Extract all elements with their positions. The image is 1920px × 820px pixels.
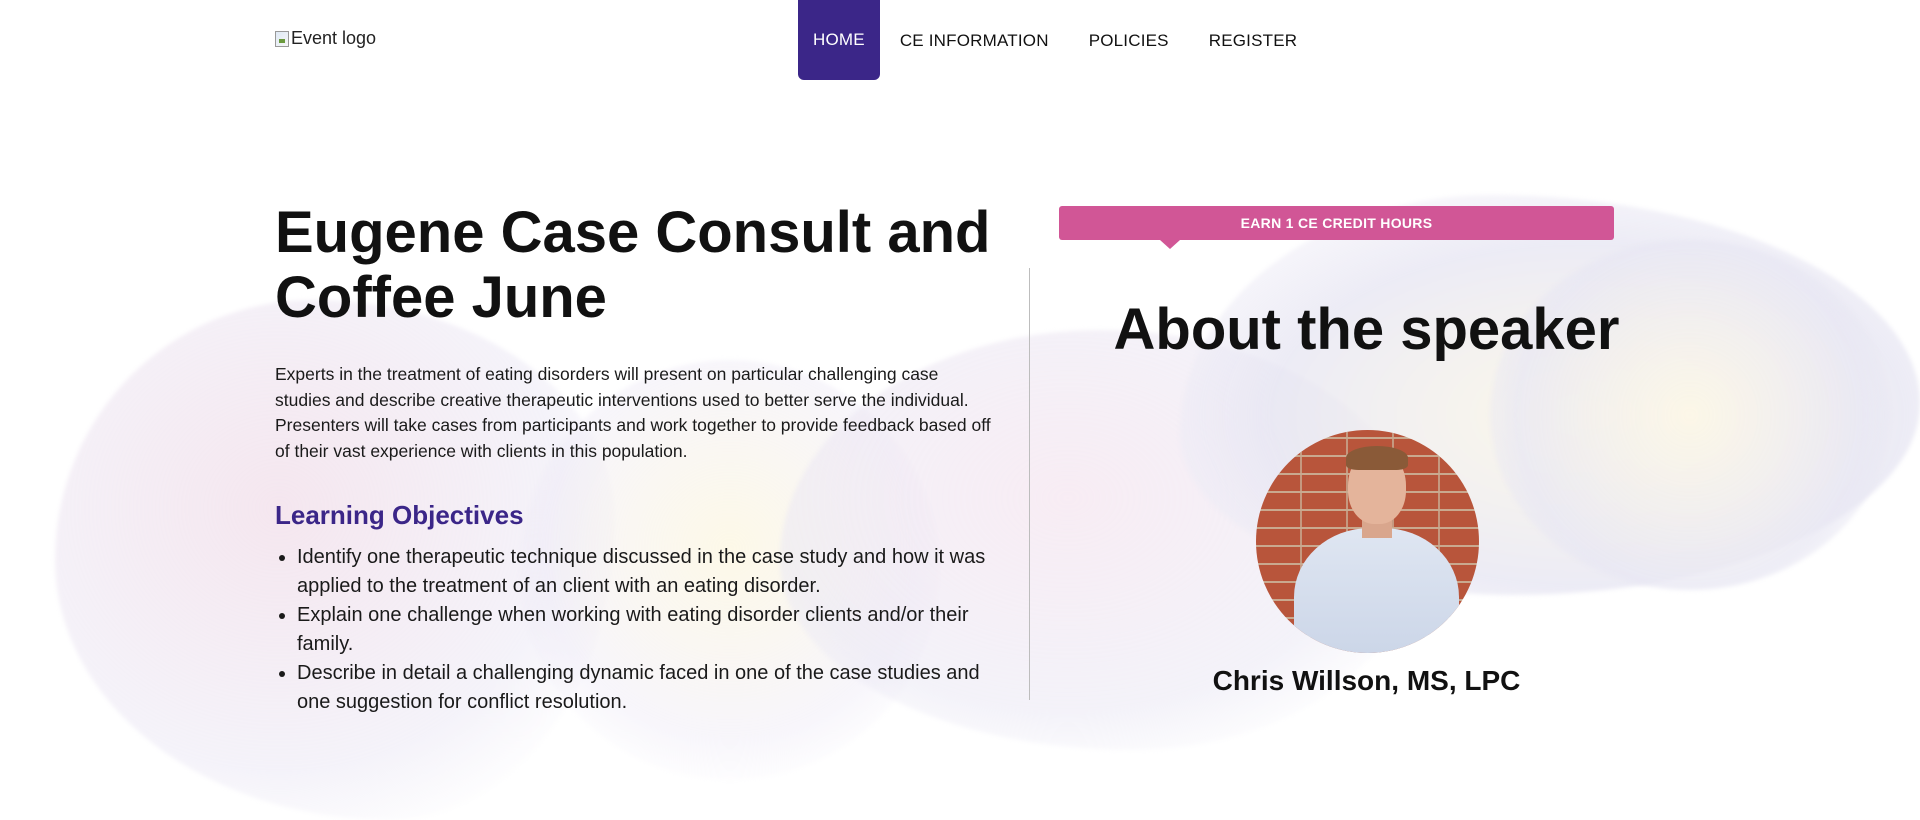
nav-home[interactable]: HOME (798, 0, 880, 80)
speaker-photo (1256, 430, 1479, 653)
nav-policies[interactable]: POLICIES (1069, 0, 1189, 80)
broken-image-icon (275, 30, 289, 47)
learning-objectives-heading: Learning Objectives (275, 500, 524, 530)
objective-item: Identify one therapeutic technique discu… (297, 543, 1017, 601)
event-logo-alt-text: Event logo (291, 28, 377, 48)
nav-ce-information[interactable]: CE INFORMATION (880, 0, 1069, 80)
banner-pointer (1160, 240, 1180, 249)
objective-item: Describe in detail a challenging dynamic… (297, 659, 1017, 717)
speaker-hair (1346, 446, 1408, 470)
learning-objectives-list: Identify one therapeutic technique discu… (275, 543, 1017, 717)
about-speaker-heading: About the speaker (1113, 297, 1620, 362)
page-title: Eugene Case Consult and Coffee June (275, 200, 991, 330)
main-nav: HOME CE INFORMATION POLICIES REGISTER (798, 0, 1317, 80)
column-divider (1029, 268, 1030, 700)
nav-register[interactable]: REGISTER (1189, 0, 1318, 80)
event-logo[interactable]: Event logo (275, 28, 376, 49)
ce-credit-banner: EARN 1 CE CREDIT HOURS (1059, 206, 1614, 240)
speaker-name: Chris Willson, MS, LPC (1212, 665, 1521, 696)
event-description: Experts in the treatment of eating disor… (275, 364, 991, 461)
speaker-shirt (1294, 528, 1459, 653)
objective-item: Explain one challenge when working with … (297, 601, 1017, 659)
